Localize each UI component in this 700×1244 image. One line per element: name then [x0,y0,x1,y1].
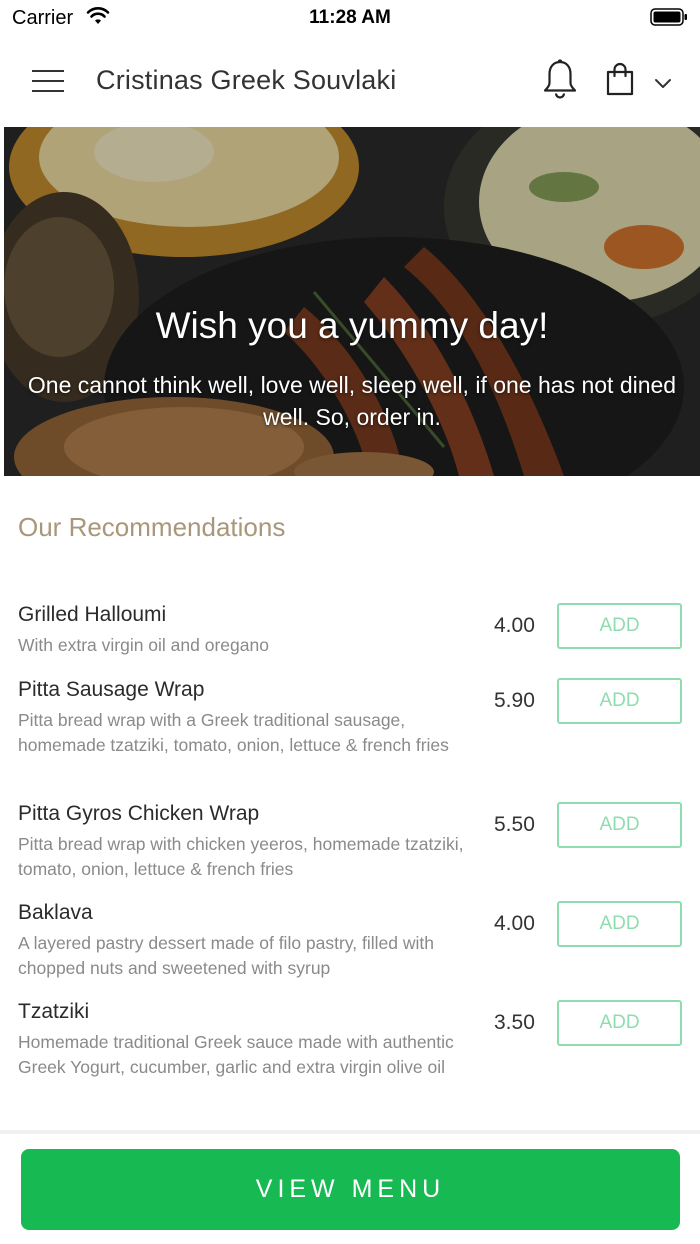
app-header: Cristinas Greek Souvlaki [0,34,700,127]
item-name: Tzatziki [18,1000,90,1023]
item-price: 3.50 [494,1011,535,1034]
add-button[interactable]: ADD [557,901,682,947]
item-name: Pitta Sausage Wrap [18,678,205,701]
list-item: Baklava A layered pastry dessert made of… [0,898,700,997]
hero-banner: Wish you a yummy day! One cannot think w… [4,127,700,476]
chevron-down-icon[interactable] [653,76,673,90]
recommendations-list: Grilled Halloumi With extra virgin oil a… [0,600,700,1121]
add-button[interactable]: ADD [557,802,682,848]
recommendations-title: Our Recommendations [18,512,286,542]
hero-title: Wish you a yummy day! [155,305,549,346]
item-description: Pitta bread wrap with a Greek traditiona… [18,710,449,755]
battery-icon [650,8,687,26]
add-button[interactable]: ADD [557,1000,682,1046]
app-title: Cristinas Greek Souvlaki [96,65,397,95]
item-description: A layered pastry dessert made of filo pa… [18,933,434,978]
add-button[interactable]: ADD [557,678,682,724]
item-name: Baklava [18,901,93,924]
divider [0,1130,700,1134]
item-name: Grilled Halloumi [18,603,167,626]
list-item: Pitta Sausage Wrap Pitta bread wrap with… [0,675,700,799]
status-time: 11:28 AM [309,7,391,28]
item-price: 4.00 [494,912,535,935]
item-price: 4.00 [494,614,535,637]
list-item: Tzatziki Homemade traditional Greek sauc… [0,997,700,1121]
bell-icon[interactable] [542,59,578,101]
view-menu-button[interactable]: VIEW MENU [21,1149,680,1230]
item-price: 5.90 [494,689,535,712]
add-button[interactable]: ADD [557,603,682,649]
item-name: Pitta Gyros Chicken Wrap [18,802,260,825]
shopping-bag-icon[interactable] [605,62,635,96]
item-description: With extra virgin oil and oregano [18,635,269,655]
item-price: 5.50 [494,813,535,836]
item-description: Pitta bread wrap with chicken yeeros, ho… [18,834,464,879]
hamburger-menu-icon[interactable] [32,69,64,93]
list-item: Pitta Gyros Chicken Wrap Pitta bread wra… [0,799,700,898]
item-description: Homemade traditional Greek sauce made wi… [18,1032,454,1077]
status-bar: Carrier 11:28 AM [0,0,700,34]
hero-subtitle: One cannot think well, love well, sleep … [27,372,677,430]
list-item: Grilled Halloumi With extra virgin oil a… [0,600,700,675]
